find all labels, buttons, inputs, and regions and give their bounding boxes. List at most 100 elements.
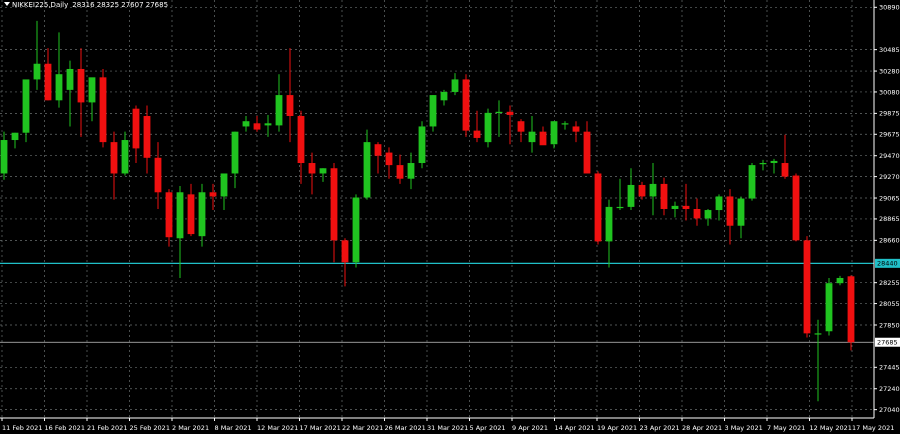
candle: [825, 277, 833, 336]
candle-body: [638, 184, 646, 197]
candle: [330, 163, 338, 263]
candle: [682, 183, 690, 221]
candles: [0, 20, 855, 402]
candle: [473, 110, 481, 143]
candle-body: [55, 74, 63, 101]
candle-body: [209, 192, 217, 197]
candle-body: [484, 112, 492, 143]
y-tick-label: 27040: [879, 406, 900, 414]
candle: [737, 196, 745, 239]
candle-body: [176, 192, 184, 239]
candle: [561, 121, 569, 130]
candle-body: [231, 131, 239, 174]
candle-body: [396, 165, 404, 179]
candle: [11, 132, 19, 149]
candle: [297, 110, 305, 184]
candle: [704, 209, 712, 226]
candle-body: [132, 108, 140, 149]
candle: [616, 178, 624, 211]
candle: [308, 152, 316, 195]
candle-body: [561, 123, 569, 125]
candle: [77, 48, 85, 137]
candle-body: [374, 144, 382, 156]
candle-body: [495, 111, 503, 114]
candle: [572, 121, 580, 143]
chart-title: NIKKEI225,Daily 28316 28325 27607 27685: [4, 1, 172, 9]
candle: [352, 194, 360, 268]
candle-body: [792, 175, 800, 241]
y-tick-label: 30890: [879, 4, 900, 12]
candle-body: [198, 192, 206, 237]
candle-body: [671, 205, 679, 209]
candle-body: [616, 206, 624, 209]
candlestick-chart: 30890 30485 30280 30080 29875 29675 29470 29270…: [0, 0, 900, 432]
x-tick-label: 21 Feb 2021: [87, 424, 127, 432]
candle: [22, 79, 30, 143]
candle-body: [550, 121, 558, 145]
candle: [264, 114, 272, 137]
y-tick-label: 30485: [879, 46, 900, 54]
candle: [418, 121, 426, 169]
candle-body: [22, 79, 30, 133]
candle: [385, 147, 393, 179]
candle: [781, 134, 789, 179]
candle: [605, 199, 613, 268]
candle: [143, 105, 151, 174]
y-tick-label: 28055: [879, 300, 900, 308]
candle-body: [407, 163, 415, 179]
candle: [176, 186, 184, 278]
candle: [396, 154, 404, 184]
y-tick-label: 28865: [879, 215, 900, 223]
candle-body: [429, 95, 437, 127]
candle: [231, 131, 239, 189]
candle-body: [385, 152, 393, 166]
candle-body: [121, 140, 129, 174]
y-tick-label: 27240: [879, 385, 900, 393]
x-tick-label: 17 Mar 2021: [300, 424, 341, 432]
candle: [110, 131, 118, 200]
candle: [495, 100, 503, 137]
candle: [671, 201, 679, 218]
candle-body: [517, 121, 525, 132]
candle: [220, 173, 228, 211]
candle-body: [759, 163, 767, 165]
candle: [726, 189, 734, 245]
y-tick-label: 27850: [879, 321, 900, 329]
x-tick-label: 12 May 2021: [810, 424, 852, 432]
candle: [242, 115, 250, 132]
y-tick-label: 29470: [879, 152, 900, 160]
candle-body: [11, 132, 19, 141]
candle: [363, 129, 371, 200]
candle: [165, 189, 173, 247]
candle-body: [253, 123, 261, 130]
candle: [550, 121, 558, 149]
symbol-label: NIKKEI225,Daily: [12, 1, 69, 9]
candle-body: [583, 131, 591, 174]
x-tick-label: 31 Mar 2021: [427, 424, 468, 432]
x-tick-label: 26 Mar 2021: [385, 424, 426, 432]
x-tick-label: 5 Apr 2021: [470, 424, 506, 432]
candle-body: [418, 126, 426, 164]
candle: [154, 142, 162, 209]
candle-body: [814, 333, 822, 335]
candle: [275, 74, 283, 132]
candle-body: [187, 194, 195, 235]
y-tick-label: 28255: [879, 279, 900, 287]
candle-body: [715, 196, 723, 211]
candle-body: [165, 192, 173, 238]
candle: [99, 68, 107, 148]
candle: [253, 115, 261, 132]
price-label-text: 27685: [877, 339, 898, 347]
candle-body: [473, 130, 481, 138]
candle-body: [77, 68, 85, 103]
candle-body: [781, 163, 789, 177]
dropdown-arrow-icon[interactable]: [4, 2, 10, 6]
y-tick-label: 30080: [879, 88, 900, 96]
candle: [132, 105, 140, 164]
x-tick-label: 7 May 2021: [767, 424, 805, 432]
candle-body: [330, 168, 338, 241]
candle: [187, 183, 195, 237]
candle-body: [220, 173, 228, 197]
x-tick-label: 3 May 2021: [725, 424, 763, 432]
candle-body: [308, 163, 316, 174]
